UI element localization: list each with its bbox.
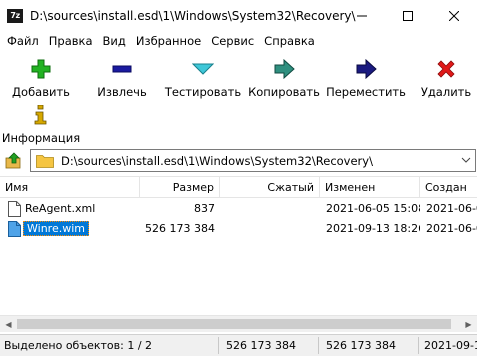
file-size: 526 173 384 xyxy=(145,222,215,235)
horizontal-scrollbar[interactable]: ◀ ▶ xyxy=(0,315,477,332)
close-button[interactable] xyxy=(431,0,477,31)
menu-edit[interactable]: Правка xyxy=(44,34,98,48)
file-list: Имя Размер Сжатый Изменен Создан ReAgent… xyxy=(0,176,477,314)
check-chevron-icon xyxy=(192,58,214,80)
minimize-icon xyxy=(357,15,367,16)
plus-icon xyxy=(30,58,52,80)
path-combobox[interactable]: D:\sources\install.esd\1\Windows\System3… xyxy=(30,149,476,172)
path-text: D:\sources\install.esd\1\Windows\System3… xyxy=(61,153,373,168)
file-modified: 2021-06-05 15:08 xyxy=(326,202,420,215)
app-icon: 7z xyxy=(7,8,23,23)
menu-bar: Файл Правка Вид Избранное Сервис Справка xyxy=(0,31,477,51)
column-header: Имя Размер Сжатый Изменен Создан xyxy=(0,177,477,198)
column-size[interactable]: Размер xyxy=(140,177,220,198)
extract-label: Извлечь xyxy=(97,85,147,99)
toolbar: Добавить Извлечь Тестировать Копировать … xyxy=(0,52,477,145)
status-divider xyxy=(418,337,419,354)
extract-button[interactable]: Извлечь xyxy=(82,58,162,99)
test-button[interactable]: Тестировать xyxy=(163,58,243,99)
folder-up-icon xyxy=(5,152,21,169)
file-modified: 2021-09-13 18:26 xyxy=(326,222,420,235)
menu-view[interactable]: Вид xyxy=(98,34,131,48)
status-bar: Выделено объектов: 1 / 2 526 173 384 526… xyxy=(0,334,477,356)
status-date: 2021-09-1 xyxy=(424,339,477,352)
address-bar: D:\sources\install.esd\1\Windows\System3… xyxy=(0,148,477,174)
add-label: Добавить xyxy=(12,85,70,99)
close-icon xyxy=(449,10,459,21)
maximize-icon xyxy=(403,10,413,21)
file-packed xyxy=(220,200,315,218)
delete-label: Удалить xyxy=(420,85,472,99)
up-folder-button[interactable] xyxy=(4,151,24,171)
menu-file[interactable]: Файл xyxy=(2,34,44,48)
move-arrow-icon xyxy=(355,58,377,80)
info-label: Информация xyxy=(1,131,81,145)
folder-icon xyxy=(36,154,54,168)
info-icon xyxy=(30,104,52,126)
move-button[interactable]: Переместить xyxy=(326,58,406,99)
file-icon xyxy=(8,221,21,237)
title-bar: 7z D:\sources\install.esd\1\Windows\Syst… xyxy=(0,0,477,31)
chevron-down-icon[interactable] xyxy=(461,155,471,165)
column-packed[interactable]: Сжатый xyxy=(220,177,320,198)
column-modified[interactable]: Изменен xyxy=(320,177,420,198)
file-size: 837 xyxy=(194,202,215,215)
copy-arrow-icon xyxy=(273,58,295,80)
file-icon xyxy=(8,201,21,217)
delete-x-icon xyxy=(435,58,457,80)
status-selected: Выделено объектов: 1 / 2 xyxy=(4,339,153,352)
file-packed xyxy=(220,220,315,238)
info-button[interactable]: Информация xyxy=(1,104,81,145)
column-name[interactable]: Имя xyxy=(0,177,140,198)
move-label: Переместить xyxy=(326,85,406,99)
scroll-left-icon[interactable]: ◀ xyxy=(0,316,17,333)
minimize-button[interactable] xyxy=(339,0,385,31)
status-size: 526 173 384 xyxy=(226,339,296,352)
status-divider xyxy=(218,337,219,354)
menu-tools[interactable]: Сервис xyxy=(206,34,259,48)
window-controls xyxy=(339,0,477,31)
test-label: Тестировать xyxy=(164,85,242,99)
copy-label: Копировать xyxy=(248,85,320,99)
table-row[interactable]: Winre.wim 526 173 384 2021-09-13 18:26 2… xyxy=(0,220,477,238)
scroll-right-icon[interactable]: ▶ xyxy=(460,316,477,333)
file-name: Winre.wim xyxy=(23,221,89,236)
menu-help[interactable]: Справка xyxy=(259,34,320,48)
file-created: 2021-06-0 xyxy=(426,202,477,215)
maximize-button[interactable] xyxy=(385,0,431,31)
status-divider xyxy=(318,337,319,354)
table-row[interactable]: ReAgent.xml 837 2021-06-05 15:08 2021-06… xyxy=(0,200,477,218)
delete-button[interactable]: Удалить xyxy=(406,58,477,99)
scroll-thumb[interactable] xyxy=(17,319,451,329)
window-title: D:\sources\install.esd\1\Windows\System3… xyxy=(30,8,356,23)
minus-icon xyxy=(111,58,133,80)
copy-button[interactable]: Копировать xyxy=(244,58,324,99)
status-packed: 526 173 384 xyxy=(326,339,396,352)
file-created: 2021-06-0 xyxy=(426,222,477,235)
file-name: ReAgent.xml xyxy=(25,202,96,215)
menu-favorites[interactable]: Избранное xyxy=(131,34,206,48)
column-created[interactable]: Создан xyxy=(420,177,477,198)
add-button[interactable]: Добавить xyxy=(1,58,81,99)
